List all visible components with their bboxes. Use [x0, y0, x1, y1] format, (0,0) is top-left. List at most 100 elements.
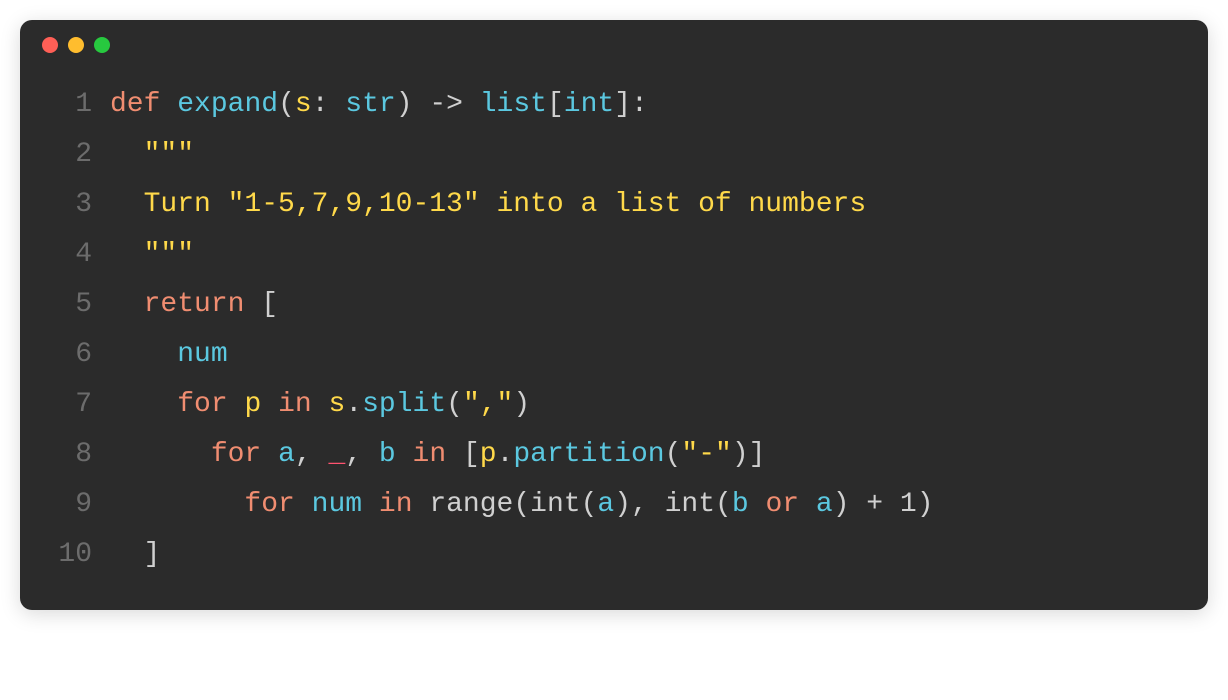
- token: for: [244, 480, 294, 530]
- token: ) +: [833, 480, 900, 530]
- token: p: [244, 380, 261, 430]
- token: int: [564, 80, 614, 130]
- token: or: [765, 480, 799, 530]
- code-content: def expand(s: str) -> list[int]:: [110, 80, 648, 130]
- token: b: [732, 480, 749, 530]
- minimize-icon[interactable]: [68, 37, 84, 53]
- token: """: [144, 230, 194, 280]
- token: [261, 380, 278, 430]
- token: ),: [614, 480, 664, 530]
- token: ",": [463, 380, 513, 430]
- window-titlebar: [20, 20, 1208, 70]
- line-number: 1: [50, 80, 92, 130]
- token: [261, 430, 278, 480]
- token: [110, 230, 144, 280]
- token: [110, 280, 144, 330]
- token: return: [144, 280, 245, 330]
- token: for: [211, 430, 261, 480]
- line-number: 6: [50, 330, 92, 380]
- token: ): [513, 380, 530, 430]
- token: num: [312, 480, 362, 530]
- token: [362, 480, 379, 530]
- maximize-icon[interactable]: [94, 37, 110, 53]
- code-area[interactable]: 1def expand(s: str) -> list[int]:2 """3 …: [20, 70, 1208, 610]
- token: b: [379, 430, 396, 480]
- token: expand: [177, 80, 278, 130]
- token: .: [345, 380, 362, 430]
- code-line: 9 for num in range(int(a), int(b or a) +…: [50, 480, 1178, 530]
- line-number: 9: [50, 480, 92, 530]
- token: [228, 380, 245, 430]
- token: for: [177, 380, 227, 430]
- token: ]: [110, 530, 160, 580]
- code-line: 3 Turn "1-5,7,9,10-13" into a list of nu…: [50, 180, 1178, 230]
- line-number: 10: [50, 530, 92, 580]
- token: (: [513, 480, 530, 530]
- token: )]: [732, 430, 766, 480]
- code-content: """: [110, 130, 194, 180]
- code-content: ]: [110, 530, 160, 580]
- token: (: [278, 80, 295, 130]
- code-content: Turn "1-5,7,9,10-13" into a list of numb…: [110, 180, 866, 230]
- token: ): [396, 80, 430, 130]
- token: s: [295, 80, 312, 130]
- token: in: [379, 480, 413, 530]
- line-number: 2: [50, 130, 92, 180]
- line-number: 7: [50, 380, 92, 430]
- token: list: [480, 80, 547, 130]
- token: [110, 380, 177, 430]
- token: ,: [295, 430, 329, 480]
- token: :: [312, 80, 346, 130]
- token: int: [665, 480, 715, 530]
- token: """: [144, 130, 194, 180]
- code-line: 4 """: [50, 230, 1178, 280]
- token: range: [429, 480, 513, 530]
- token: a: [278, 430, 295, 480]
- token: [110, 480, 244, 530]
- token: 1: [900, 480, 917, 530]
- token: [295, 480, 312, 530]
- code-line: 2 """: [50, 130, 1178, 180]
- token: [: [446, 430, 480, 480]
- line-number: 8: [50, 430, 92, 480]
- token: split: [362, 380, 446, 430]
- token: partition: [513, 430, 664, 480]
- code-line: 5 return [: [50, 280, 1178, 330]
- token: "-": [681, 430, 731, 480]
- code-line: 10 ]: [50, 530, 1178, 580]
- token: .: [497, 430, 514, 480]
- token: [160, 80, 177, 130]
- token: [110, 180, 144, 230]
- token: [749, 480, 766, 530]
- token: (: [715, 480, 732, 530]
- token: def: [110, 80, 160, 130]
- token: [312, 380, 329, 430]
- line-number: 5: [50, 280, 92, 330]
- token: [: [547, 80, 564, 130]
- token: str: [345, 80, 395, 130]
- code-content: """: [110, 230, 194, 280]
- token: ): [917, 480, 934, 530]
- token: a: [816, 480, 833, 530]
- token: [799, 480, 816, 530]
- code-window: 1def expand(s: str) -> list[int]:2 """3 …: [20, 20, 1208, 610]
- token: int: [530, 480, 580, 530]
- token: ,: [345, 430, 379, 480]
- token: [463, 80, 480, 130]
- token: [110, 130, 144, 180]
- token: a: [597, 480, 614, 530]
- code-content: for num in range(int(a), int(b or a) + 1…: [110, 480, 934, 530]
- token: _: [328, 430, 345, 480]
- code-content: num: [110, 330, 228, 380]
- token: (: [446, 380, 463, 430]
- code-line: 7 for p in s.split(","): [50, 380, 1178, 430]
- token: [: [244, 280, 278, 330]
- code-line: 1 def expand(s: str) -> list[int]:: [50, 80, 1178, 130]
- token: [110, 330, 177, 380]
- token: Turn "1-5,7,9,10-13" into a list of numb…: [144, 180, 867, 230]
- code-content: for p in s.split(","): [110, 380, 530, 430]
- token: [396, 430, 413, 480]
- token: in: [413, 430, 447, 480]
- code-content: return [: [110, 280, 278, 330]
- close-icon[interactable]: [42, 37, 58, 53]
